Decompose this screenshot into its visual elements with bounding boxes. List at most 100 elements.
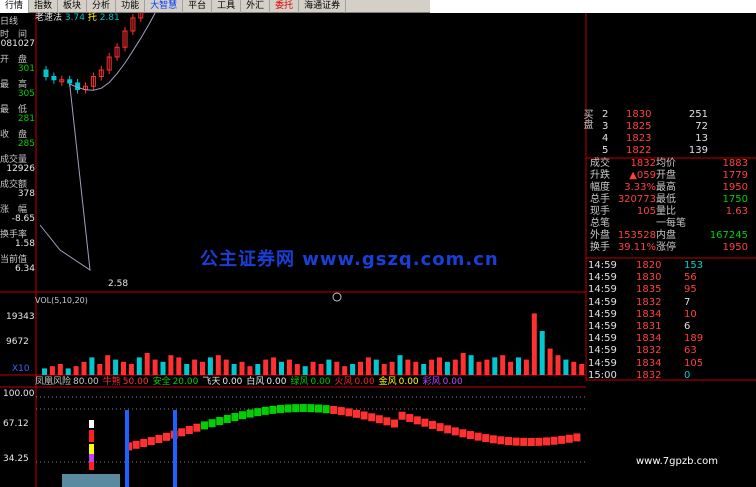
tick-row: 14:59 1832 7 — [586, 297, 756, 309]
tick-price: 1834 — [636, 333, 662, 345]
legend-name2: 托 — [87, 13, 97, 23]
volume-bar — [160, 361, 166, 375]
indicator-bar — [173, 410, 177, 487]
tick-row: 14:59 1832 63 — [586, 345, 756, 357]
volume-bar — [389, 361, 395, 375]
stat-label2: 涨停 — [656, 242, 676, 253]
book-level: 2 — [602, 109, 609, 120]
menu-item-10[interactable]: 海通证券 — [299, 0, 347, 13]
menu-item-6[interactable]: 平台 — [183, 0, 213, 13]
stat-label: 升跌 — [590, 170, 610, 181]
indicator-dot — [231, 413, 239, 422]
tick-time: 15:00 — [588, 369, 617, 381]
tick-row: 14:59 1834 10 — [586, 309, 756, 321]
indicator-name: 凤凰风险 — [35, 377, 72, 387]
tick-volume: 10 — [684, 308, 697, 320]
stat-row: 升跌 ▲059 开盘 1779 — [586, 170, 756, 182]
indicator-dot — [444, 425, 452, 434]
indicator-dot — [284, 404, 292, 413]
indicator-name: 白风 — [246, 377, 265, 387]
stat-value2: 1883 — [722, 158, 748, 169]
volume-bar — [444, 361, 450, 375]
info-value-8: -8.65 — [11, 214, 35, 224]
indicator-dot — [353, 409, 360, 418]
indicator-axis-label: 34.25 — [3, 454, 29, 464]
volume-bar — [152, 359, 158, 375]
volume-bar — [279, 361, 284, 375]
volume-bar — [81, 361, 87, 375]
tick-time: 14:59 — [588, 357, 617, 369]
stat-row: 幅度 3.33% 最高 1950 — [586, 182, 756, 194]
volume-bar — [192, 359, 198, 375]
indicator-dot — [558, 435, 566, 444]
legend-name: 老速法 — [35, 13, 63, 23]
volume-axis-label: 9672 — [6, 337, 29, 347]
tick-price: 1830 — [636, 272, 662, 284]
menu-item-5[interactable]: 大智慧 — [145, 0, 184, 13]
top-blank-area — [430, 0, 756, 13]
book-row: 5 1822 139 — [586, 145, 756, 157]
stat-label2: 开盘 — [656, 170, 676, 181]
indicator-value: 0.00 — [442, 377, 463, 387]
book-price: 1830 — [626, 109, 652, 120]
indicator-dot — [489, 435, 497, 444]
stat-label: 外盘 — [590, 230, 610, 241]
menu-item-4[interactable]: 功能 — [116, 0, 146, 13]
tick-price: 1820 — [636, 260, 662, 271]
menu-item-7[interactable]: 工具 — [212, 0, 242, 13]
menu-item-9[interactable]: 委托 — [270, 0, 300, 13]
indicator-dot — [292, 404, 300, 413]
indicator-dot — [459, 429, 467, 438]
indicator-dot — [520, 437, 528, 446]
tick-time: 14:59 — [588, 333, 617, 345]
volume-bar — [437, 357, 442, 375]
volume-bar — [231, 364, 237, 375]
indicator-dot — [535, 437, 543, 446]
indicator-dot — [413, 416, 421, 425]
indicator-dot — [330, 405, 338, 414]
volume-bar — [128, 364, 134, 375]
stat-value2: 1.63 — [725, 206, 748, 217]
stat-label: 成交 — [590, 158, 610, 169]
volume-bar — [500, 355, 506, 375]
volume-bar — [65, 368, 71, 375]
menu-item-2[interactable]: 板块 — [58, 0, 88, 13]
indicator-dot — [474, 432, 482, 441]
indicator-name: 金风 — [378, 377, 397, 387]
volume-header: VOL(5,10,20) — [35, 296, 88, 305]
volume-bar — [113, 359, 119, 375]
tick-volume: 153 — [684, 260, 704, 271]
indicator-dot — [345, 408, 353, 417]
indicator-stack — [89, 462, 94, 470]
volume-bar — [73, 366, 79, 375]
volume-bar — [516, 357, 521, 375]
menu-item-1[interactable]: 指数 — [29, 0, 59, 13]
volume-bar — [381, 364, 387, 375]
indicator-dot — [140, 438, 148, 447]
candle-body — [51, 76, 57, 81]
indicator-legend: 凤凰风险 80.00 牛熊 50.00 安全 20.00 飞天 0.00 白风 0.00 绿风 0.0… — [35, 377, 467, 387]
tick-time: 14:59 — [588, 284, 617, 296]
indicator-value: 0.00 — [222, 377, 243, 387]
menu-item-8[interactable]: 外汇 — [241, 0, 271, 13]
book-volume: 251 — [688, 109, 708, 120]
volume-axis-label: 19343 — [6, 312, 35, 322]
indicator-dot — [505, 437, 512, 446]
volume-bar — [57, 364, 63, 375]
volume-bar — [144, 353, 150, 375]
stat-row: 现手 105 量比 1.63 — [586, 206, 756, 218]
tick-time: 14:59 — [588, 260, 617, 271]
indicator-dot — [398, 411, 406, 420]
stat-label2: 量比 — [656, 206, 676, 217]
price-legend: 老速法 3.74 托 2.81 — [35, 13, 120, 24]
moving-average-line — [39, 0, 163, 272]
bar-info-panel: 日线时 间20081027开 盘301最 高305最 低281收 盘285成交量… — [0, 13, 36, 281]
menu-item-0[interactable]: 行情 — [0, 0, 30, 13]
stat-value2: 167245 — [709, 230, 748, 241]
indicator-dot — [155, 434, 163, 443]
volume-bar — [136, 357, 142, 375]
volume-bar — [397, 355, 403, 375]
volume-bar — [200, 361, 205, 375]
menu-item-3[interactable]: 分析 — [87, 0, 117, 13]
legend-v2: 2.81 — [99, 13, 120, 23]
